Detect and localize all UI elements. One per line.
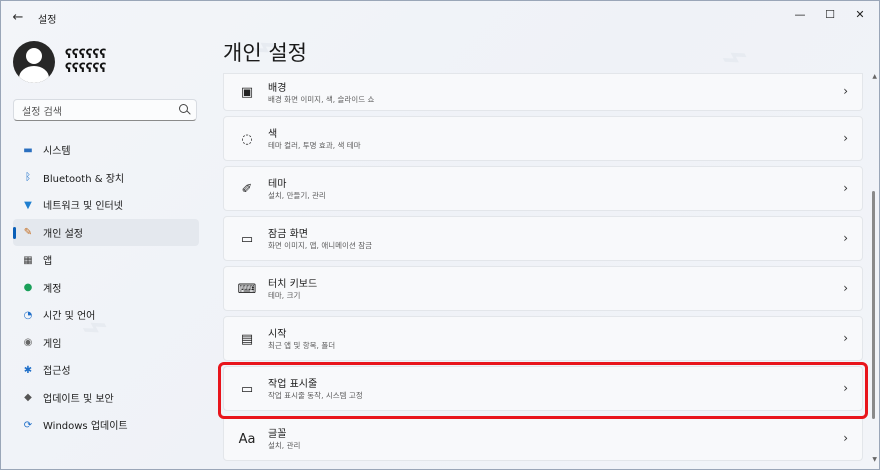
card-subtitle: 테마 컬러, 투명 효과, 색 테마 [268,141,361,150]
globe-clock-icon: ◔ [23,309,33,321]
maximize-button[interactable]: ☐ [815,3,845,25]
palette-icon: ◌ [241,131,253,147]
start-icon: ▤ [240,331,254,347]
sidebar-item-label: 네트워크 및 인터넷 [43,201,123,213]
settings-card[interactable]: ✐ 테마 설치, 만들기, 관리 › [223,166,863,211]
keyboard-icon: ⌨ [237,281,257,297]
sidebar-item[interactable]: ✎ 개인 설정 [13,218,199,246]
settings-card[interactable]: Aa 글꼴 설치, 관리 › [223,416,863,461]
card-subtitle: 설치, 만들기, 관리 [268,191,326,200]
taskbar-icon: ▭ [240,381,254,397]
card-subtitle: 설치, 관리 [268,441,301,450]
sidebar-item[interactable]: ✱ 접근성 [13,356,199,384]
sidebar-item[interactable]: ◆ 업데이트 및 보안 [13,384,199,412]
minimize-button[interactable]: — [785,3,815,25]
chevron-right-icon: › [843,131,848,145]
settings-card[interactable]: ▭ 작업 표시줄 작업 표시줄 동작, 시스템 고정 › [223,366,863,411]
wifi-icon: ▼ [24,199,32,211]
card-subtitle: 배경 화면 이미지, 색, 슬라이드 쇼 [268,95,375,104]
monitor-icon: ▬ [23,144,33,156]
card-subtitle: 화면 이미지, 앱, 애니메이션 잠금 [268,241,373,250]
card-title: 작업 표시줄 [268,379,318,390]
avatar-body [19,66,49,83]
search-placeholder: 설정 검색 [22,106,62,118]
sidebar-item-label: 개인 설정 [43,228,83,240]
chevron-right-icon: › [843,331,848,345]
scroll-down-arrow-icon[interactable]: ▼ [872,456,877,463]
minimize-icon: — [794,7,806,21]
sidebar-item-label: 게임 [43,338,62,350]
chevron-right-icon: › [843,381,848,395]
card-title: 시작 [268,329,287,340]
chevron-right-icon: › [843,181,848,195]
settings-card[interactable]: ▤ 시작 최근 앱 및 항목, 폴더 › [223,316,863,361]
card-title: 테마 [268,179,287,190]
sidebar-nav: ▬ 시스템 ᛒ Bluetooth & 장치 ▼ 네트워크 및 인터넷 ✎ 개인 설정 ▦ 앱 ● 계… [13,136,199,439]
sidebar-item[interactable]: ᛒ Bluetooth & 장치 [13,164,199,192]
settings-card[interactable]: ⌨ 터치 키보드 테마, 크기 › [223,266,863,311]
account-icon: ● [23,282,33,293]
search-input[interactable]: 설정 검색 [13,99,197,121]
gamepad-icon: ◉ [23,337,33,348]
card-title: 배경 [268,83,287,94]
sidebar-item-label: 업데이트 및 보안 [43,393,114,405]
apps-icon: ▦ [23,254,33,266]
user-name-line1: ʕʕʕʕʕʕ [65,47,107,61]
fonts-icon: Aa [238,431,256,447]
sidebar-item-label: 접근성 [43,366,71,378]
card-title: 글꼴 [268,429,287,440]
settings-window: ⌁ ⌁ ⌁ ⌁ ← 설정 — ☐ ✕ ʕʕʕʕʕʕ ʕʕʕʕʕʕ 설정 검색 ▬… [0,0,880,470]
bluetooth-icon: ᛒ [25,172,31,183]
sidebar-item-label: Windows 업데이트 [43,421,128,433]
sidebar-item[interactable]: ◉ 게임 [13,329,199,357]
sidebar-item[interactable]: ▼ 네트워크 및 인터넷 [13,191,199,219]
sidebar-item[interactable]: ⟳ Windows 업데이트 [13,411,199,439]
avatar[interactable] [13,41,55,83]
card-title: 잠금 화면 [268,229,308,240]
title-bar: ← 설정 — ☐ ✕ [1,1,879,33]
accessibility-icon: ✱ [23,364,33,376]
page-title: 개인 설정 [223,41,307,65]
settings-card-list: ▣ 배경 배경 화면 이미지, 색, 슬라이드 쇼 › ◌ 색 테마 컬러, 투명 효과, … [223,73,863,466]
sidebar-item[interactable]: ▦ 앱 [13,246,199,274]
maximize-icon: ☐ [825,7,835,21]
close-button[interactable]: ✕ [845,3,875,25]
settings-card[interactable]: ◌ 색 테마 컬러, 투명 효과, 색 테마 › [223,116,863,161]
scrollbar-thumb[interactable] [872,191,875,419]
sidebar-item[interactable]: ◔ 시간 및 언어 [13,301,199,329]
user-name-line2: ʕʕʕʕʕʕ [65,61,107,75]
search-icon[interactable] [179,104,188,113]
app-title: 설정 [38,15,57,26]
avatar-head [26,48,42,64]
sidebar-item-label: 시간 및 언어 [43,311,96,323]
settings-card[interactable]: ▭ 잠금 화면 화면 이미지, 앱, 애니메이션 잠금 › [223,216,863,261]
user-name: ʕʕʕʕʕʕ ʕʕʕʕʕʕ [65,47,161,75]
sidebar-item-label: 앱 [43,256,53,268]
lock-screen-icon: ▭ [240,231,254,247]
image-icon: ▣ [240,84,254,100]
brush-icon: ✐ [241,181,253,197]
card-subtitle: 최근 앱 및 항목, 폴더 [268,341,336,350]
sidebar-item[interactable]: ▬ 시스템 [13,136,199,164]
chevron-right-icon: › [843,84,848,98]
sidebar-item-label: 계정 [43,283,62,295]
arrow-left-icon: ← [12,9,24,25]
sidebar-item-label: Bluetooth & 장치 [43,173,125,185]
scroll-up-arrow-icon[interactable]: ▲ [872,73,877,80]
chevron-right-icon: › [843,431,848,445]
card-title: 색 [268,129,278,140]
brush-icon: ✎ [23,227,33,238]
card-title: 터치 키보드 [268,279,318,290]
card-subtitle: 테마, 크기 [268,291,301,300]
card-subtitle: 작업 표시줄 동작, 시스템 고정 [268,391,363,400]
chevron-right-icon: › [843,281,848,295]
shield-icon: ◆ [24,392,32,403]
close-icon: ✕ [855,7,865,21]
update-icon: ⟳ [23,419,33,431]
chevron-right-icon: › [843,231,848,245]
sidebar-item[interactable]: ● 계정 [13,274,199,302]
back-button[interactable]: ← [7,7,29,27]
settings-card[interactable]: ▣ 배경 배경 화면 이미지, 색, 슬라이드 쇼 › [223,73,863,111]
sidebar-item-label: 시스템 [43,146,71,158]
